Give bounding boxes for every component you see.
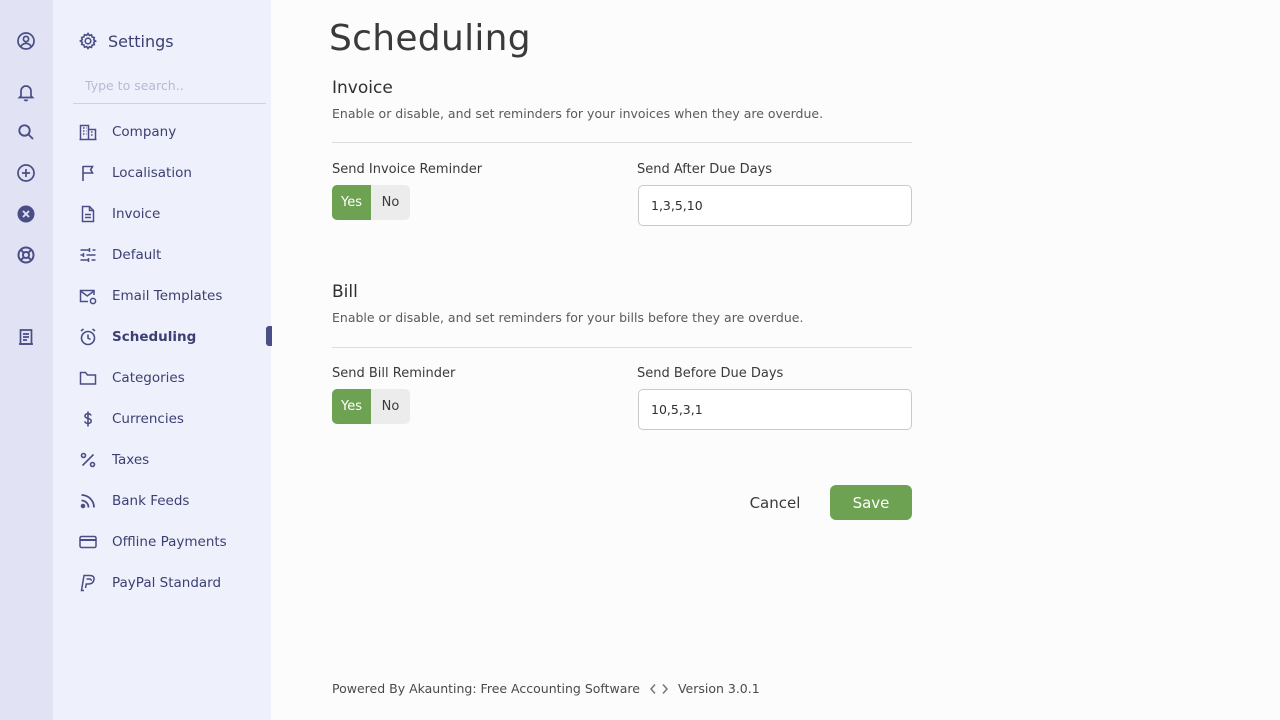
invoice-days-input[interactable] [638,185,912,226]
bill-reminder-yes-button[interactable]: Yes [332,389,371,424]
bill-reminder-toggle: Yes No [332,389,410,424]
sidebar-item-invoice[interactable]: Invoice [78,193,271,234]
add-circle-icon[interactable] [16,163,36,183]
invoice-days-label: Send After Due Days [637,162,773,177]
bill-days-label: Send Before Due Days [637,366,784,381]
powered-by-link[interactable]: Powered By Akaunting: Free Accounting So… [332,681,640,696]
document-icon [81,205,95,222]
footer: Powered By Akaunting: Free Accounting So… [332,681,760,696]
receipt-icon[interactable] [16,327,36,347]
dollar-icon [83,411,93,426]
bill-section-header: Bill Enable or disable, and set reminder… [332,282,912,325]
sidebar-item-taxes[interactable]: Taxes [78,439,271,480]
rss-icon [80,493,95,508]
bill-reminder-no-button[interactable]: No [371,389,410,424]
alarm-icon [80,327,96,345]
cancel-button[interactable]: Cancel [735,485,815,520]
sliders-icon [80,247,96,262]
icon-rail [0,0,53,720]
close-circle-icon[interactable] [16,204,36,224]
settings-header: Settings [78,30,174,52]
invoice-divider [332,142,912,143]
invoice-reminder-toggle: Yes No [332,185,410,220]
settings-title: Settings [108,31,174,51]
sidebar-item-email-templates[interactable]: Email Templates [78,275,271,316]
sidebar-item-default[interactable]: Default [78,234,271,275]
support-icon[interactable] [16,245,36,265]
building-icon [79,124,97,140]
bill-divider [332,347,912,348]
percent-icon [80,452,96,467]
page-title: Scheduling [329,18,531,59]
sidebar-item-scheduling[interactable]: Scheduling [78,316,272,357]
paypal-icon [80,574,95,591]
sidebar-item-localisation[interactable]: Localisation [78,152,271,193]
folder-icon [79,371,97,385]
code-icon [649,683,668,694]
sidebar-item-paypal-standard[interactable]: PayPal Standard [78,562,271,603]
settings-search-input[interactable] [73,68,266,104]
bill-days-input[interactable] [638,389,912,430]
profile-icon[interactable] [16,31,36,51]
search-icon[interactable] [16,122,36,142]
card-icon [79,535,97,548]
invoice-reminder-no-button[interactable]: No [371,185,410,220]
sidebar-item-offline-payments[interactable]: Offline Payments [78,521,271,562]
bill-section-title: Bill [332,282,358,302]
email-icon [79,289,97,304]
settings-nav: Company Localisation Invoice Default Ema… [78,111,272,603]
invoice-section-header: Invoice Enable or disable, and set remin… [332,78,912,121]
save-button[interactable]: Save [830,485,912,520]
main-content: Scheduling Invoice Enable or disable, an… [271,0,1280,720]
flag-icon [82,165,94,181]
invoice-section-title: Invoice [332,78,393,98]
sidebar-item-company[interactable]: Company [78,111,271,152]
gear-icon [78,32,98,50]
sidebar-item-bank-feeds[interactable]: Bank Feeds [78,480,271,521]
invoice-section-description: Enable or disable, and set reminders for… [332,106,824,121]
bill-section-description: Enable or disable, and set reminders for… [332,310,804,325]
sidebar-item-categories[interactable]: Categories [78,357,271,398]
sidebar-item-currencies[interactable]: Currencies [78,398,271,439]
settings-panel: Settings Company Localisation Invoice De… [53,0,272,720]
invoice-reminder-yes-button[interactable]: Yes [332,185,371,220]
version-text: Version 3.0.1 [677,681,760,696]
invoice-reminder-label: Send Invoice Reminder [332,162,483,177]
bill-reminder-label: Send Bill Reminder [332,366,456,381]
bell-icon[interactable] [16,82,36,102]
